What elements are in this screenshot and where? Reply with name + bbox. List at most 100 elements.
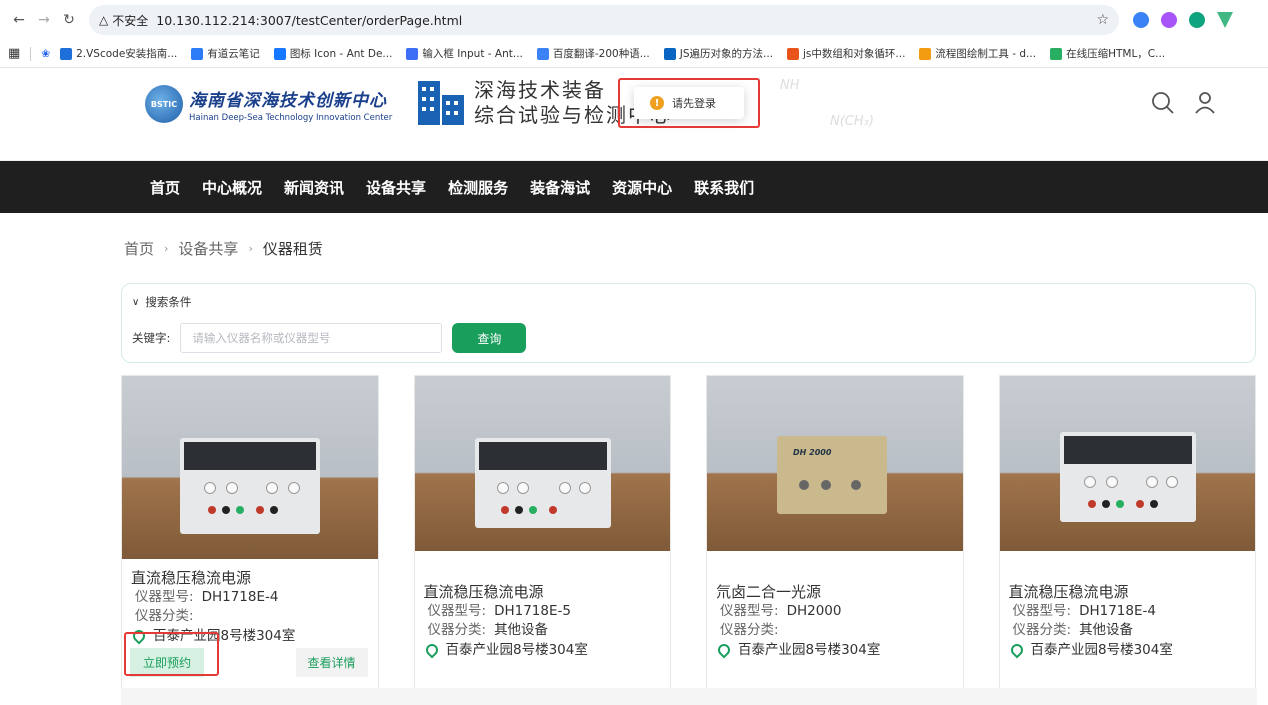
location-pin-icon [423, 641, 440, 659]
extension-vue-icon[interactable] [1217, 12, 1233, 28]
extension-chat-icon[interactable] [1133, 12, 1149, 28]
instrument-photo [414, 376, 670, 551]
main-content: 首页 › 设备共享 › 仪器租赁 ∨ 搜索条件 关键字: 查询 [0, 213, 1268, 689]
instrument-card[interactable]: DH 2000 氘卤二合一光源 仪器型号: DH2000 仪器分类: 百泰产业园8… [706, 375, 964, 689]
instrument-title: 直流稳压稳流电源 [423, 583, 544, 601]
nav-home[interactable]: 首页 [150, 177, 180, 198]
model-label: 仪器型号: [135, 589, 194, 605]
paw-icon[interactable]: ❀ [41, 48, 50, 60]
bookmark-item[interactable]: 输入框 Input - Ant... [406, 46, 523, 61]
search-icon[interactable] [1150, 90, 1176, 116]
search-button[interactable]: 查询 [452, 323, 527, 353]
extension-openai-icon[interactable] [1189, 12, 1205, 28]
bookmark-favicon-icon [787, 47, 800, 60]
bookmark-label: 图标 Icon - Ant De... [289, 48, 393, 60]
view-details-button[interactable]: 查看详情 [295, 648, 368, 677]
keyword-input[interactable] [180, 323, 443, 353]
breadcrumb: 首页 › 设备共享 › 仪器租赁 [121, 213, 1256, 283]
center-logo-badge: BSTIC [145, 85, 183, 123]
category-label: 仪器分类: [720, 622, 779, 638]
extension-flower-icon[interactable] [1161, 12, 1177, 28]
highlight-box-toast [618, 78, 760, 128]
apps-grid-icon[interactable]: ▦ [8, 46, 20, 61]
instrument-card[interactable]: 直流稳压稳流电源 仪器型号: DH1718E-4 仪器分类: 其他设备 百泰产业园8… [998, 375, 1256, 689]
model-value: DH1718E-4 [1079, 603, 1156, 619]
bookmark-favicon-icon [919, 47, 932, 60]
main-nav: 首页 中心概况 新闻资讯 设备共享 检测服务 装备海试 资源中心 联系我们 [0, 161, 1268, 213]
extensions [1133, 12, 1233, 28]
address-bar[interactable]: △ 不安全 10.130.112.214:3007/testCenter/orde… [89, 5, 1119, 35]
bookmark-favicon-icon [406, 47, 419, 60]
reload-icon[interactable]: ↻ [58, 9, 80, 31]
category-label: 仪器分类: [427, 622, 487, 638]
bookmark-item[interactable]: 在线压缩HTML，C... [1050, 46, 1165, 61]
instrument-title: 氘卤二合一光源 [716, 583, 822, 601]
bookmark-item[interactable]: JS遍历对象的方法... [663, 46, 774, 61]
warning-icon: △ [99, 13, 109, 27]
bookmark-favicon-icon [1050, 47, 1063, 60]
bookmark-star-icon[interactable]: ☆ [1096, 12, 1109, 28]
center-name-cn: 海南省深海技术创新中心 [189, 90, 387, 111]
nav-about[interactable]: 中心概况 [202, 177, 262, 198]
breadcrumb-parent[interactable]: 设备共享 [178, 238, 238, 259]
bookmark-item[interactable]: js中数组和对象循环... [787, 46, 905, 61]
device-label: DH 2000 [793, 448, 832, 457]
location-value: 百泰产业园8号楼304室 [445, 642, 588, 658]
building-icon [418, 81, 464, 125]
highlight-box-book-button [124, 632, 219, 676]
bookmark-label: 百度翻译-200种语... [552, 48, 650, 60]
divider [30, 46, 32, 61]
bookmark-label: JS遍历对象的方法... [679, 48, 774, 60]
insecure-badge[interactable]: △ 不安全 [99, 12, 148, 29]
location-value: 百泰产业园8号楼304室 [738, 642, 881, 658]
next-row-card-edge [121, 688, 1257, 705]
bookmark-item[interactable]: 百度翻译-200种语... [536, 46, 650, 61]
nav-equipment-share[interactable]: 设备共享 [366, 177, 426, 198]
user-icon[interactable] [1194, 90, 1216, 116]
bookmark-item[interactable]: 流程图绘制工具 - d... [919, 46, 1036, 61]
bookmark-favicon-icon [60, 47, 73, 60]
nav-contact[interactable]: 联系我们 [694, 177, 754, 198]
category-label: 仪器分类: [135, 608, 194, 624]
instrument-title: 直流稳压稳流电源 [1008, 583, 1129, 601]
bookmark-label: 有道云笔记 [207, 48, 260, 60]
bookmark-item[interactable]: 2.VScode安装指南... [60, 46, 177, 61]
bookmark-label: js中数组和对象循环... [803, 48, 906, 60]
bookmark-favicon-icon [191, 47, 204, 60]
center-logo[interactable]: BSTIC 海南省深海技术创新中心 Hainan Deep-Sea Techno… [145, 85, 392, 123]
breadcrumb-chevron-icon: › [248, 241, 253, 255]
breadcrumb-home[interactable]: 首页 [124, 238, 154, 259]
chevron-down-icon: ∨ [132, 296, 140, 308]
location-pin-icon [715, 641, 733, 659]
instrument-list: 直流稳压稳流电源 仪器型号: DH1718E-4 仪器分类: 百泰产业园8号楼30… [121, 375, 1256, 689]
center-name-en: Hainan Deep-Sea Technology Innovation Ce… [189, 112, 393, 123]
nav-testing[interactable]: 检测服务 [448, 177, 508, 198]
bookmark-item[interactable]: 有道云笔记 [191, 46, 260, 61]
bookmark-label: 在线压缩HTML，C... [1066, 48, 1166, 60]
model-label: 仪器型号: [427, 603, 487, 619]
search-panel: ∨ 搜索条件 关键字: 查询 [121, 283, 1256, 363]
bookmark-item[interactable]: 图标 Icon - Ant De... [273, 46, 393, 61]
category-value: 其他设备 [1079, 622, 1134, 638]
nav-sea-trial[interactable]: 装备海试 [530, 177, 590, 198]
instrument-card[interactable]: 直流稳压稳流电源 仪器型号: DH1718E-5 仪器分类: 其他设备 百泰产业园8… [413, 375, 671, 689]
bookmark-label: 输入框 Input - Ant... [422, 48, 523, 60]
category-label: 仪器分类: [1012, 622, 1072, 638]
browser-toolbar: ← → ↻ △ 不安全 10.130.112.214:3007/testCente… [0, 0, 1268, 40]
bookmark-favicon-icon [273, 47, 286, 60]
instrument-photo [122, 376, 378, 559]
model-value: DH2000 [786, 603, 842, 619]
chem-decor-nch3: N(CH₃) [830, 114, 874, 129]
nav-resources[interactable]: 资源中心 [612, 177, 672, 198]
breadcrumb-chevron-icon: › [164, 241, 169, 255]
search-panel-toggle[interactable]: ∨ 搜索条件 [132, 294, 1245, 310]
back-icon[interactable]: ← [8, 9, 30, 31]
nav-news[interactable]: 新闻资讯 [284, 177, 344, 198]
forward-icon[interactable]: → [33, 9, 55, 31]
chem-decor-nh: NH [780, 78, 800, 93]
model-value: DH1718E-4 [201, 589, 279, 605]
model-value: DH1718E-5 [494, 603, 571, 619]
bookmark-label: 2.VScode安装指南... [76, 48, 178, 60]
location-value: 百泰产业园8号楼304室 [1030, 642, 1173, 658]
model-label: 仪器型号: [1012, 603, 1072, 619]
